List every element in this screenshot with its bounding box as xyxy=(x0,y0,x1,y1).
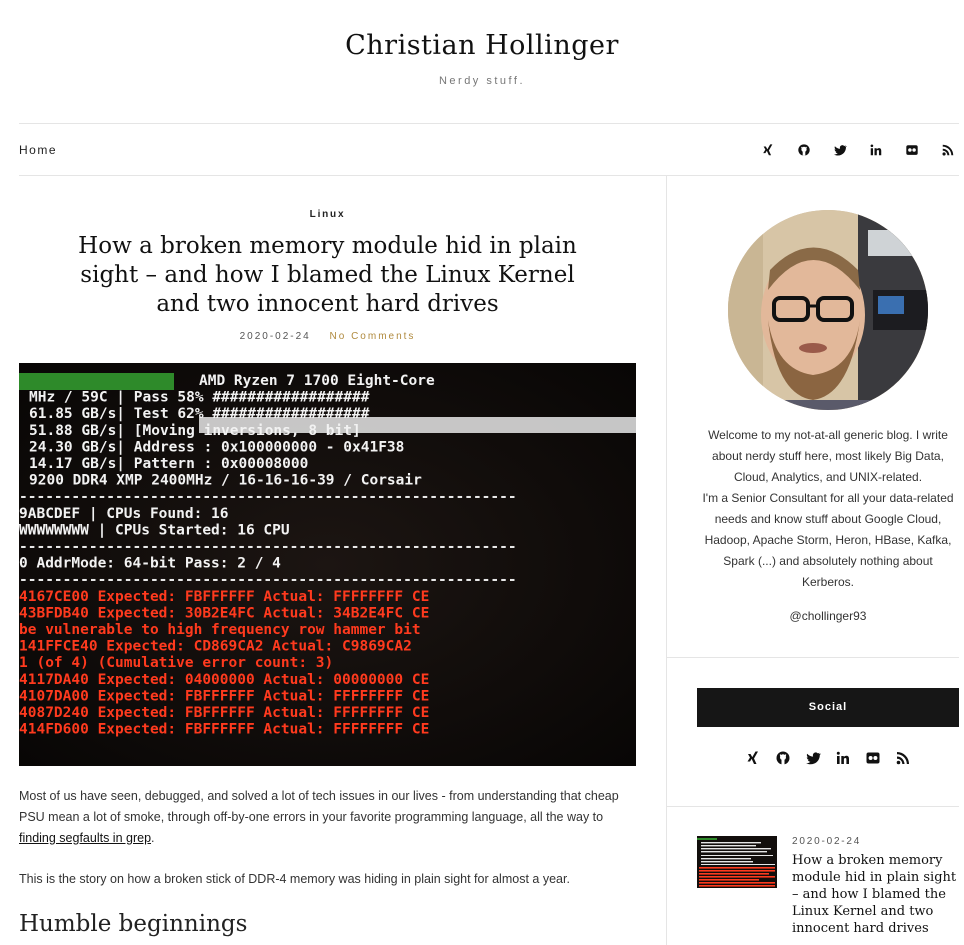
recent-post-info: 2020-02-24 How a broken memory module hi… xyxy=(792,836,959,937)
twitter-icon[interactable] xyxy=(805,750,821,766)
rss-icon[interactable] xyxy=(941,143,955,157)
memtest-line: 14.17 GB/s| Pattern : 0x00008000 xyxy=(29,456,308,472)
memtest-line: WWWWWWWW | CPUs Started: 16 CPU xyxy=(19,522,290,538)
memtest-line: 9200 DDR4 XMP 2400MHz / 16-16-16-39 / Co… xyxy=(29,473,422,489)
memtest-line: 9ABCDEF | CPUs Found: 16 xyxy=(19,506,229,522)
post-comments-link[interactable]: No Comments xyxy=(330,331,416,342)
memtest-line: 51.88 GB/s| [Moving inversions, 8 bit] xyxy=(29,423,361,439)
site-title[interactable]: Christian Hollinger xyxy=(0,30,964,61)
author-bio: Welcome to my not-at-all generic blog. I… xyxy=(697,425,959,593)
memtest-line: 4107DA00 Expected: FBFFFFFF Actual: FFFF… xyxy=(19,688,429,704)
paragraph-end: . xyxy=(151,831,155,845)
twitter-icon[interactable] xyxy=(833,143,847,157)
site-tagline: Nerdy stuff. xyxy=(438,75,526,87)
main-nav: Home xyxy=(19,123,959,176)
sidebar-divider xyxy=(667,657,959,658)
post-paragraph: Most of us have seen, debugged, and solv… xyxy=(19,786,636,849)
nav-social-icons xyxy=(761,143,959,157)
memtest-header-bar xyxy=(19,373,174,390)
memtest-line: ----------------------------------------… xyxy=(19,539,517,555)
post-category[interactable]: Linux xyxy=(19,209,636,220)
recent-post-date: 2020-02-24 xyxy=(792,836,862,847)
post-body: Most of us have seen, debugged, and solv… xyxy=(19,786,636,937)
memtest-line: ----------------------------------------… xyxy=(19,572,517,588)
linkedin-icon[interactable] xyxy=(869,143,883,157)
segfaults-link[interactable]: finding segfaults in grep xyxy=(19,831,151,845)
recent-post-thumbnail[interactable] xyxy=(697,836,777,888)
paragraph-text: Most of us have seen, debugged, and solv… xyxy=(19,789,619,824)
post-paragraph-2: This is the story on how a broken stick … xyxy=(19,872,570,886)
memtest-line: ----------------------------------------… xyxy=(19,489,517,505)
memtest-line: MHz / 59C | Pass 58% ################## xyxy=(29,390,370,406)
post-featured-image[interactable]: AMD Ryzen 7 1700 Eight-Core MHz / 59C | P… xyxy=(19,363,636,766)
flickr-icon[interactable] xyxy=(865,750,881,766)
section-heading: Humble beginnings xyxy=(19,911,248,937)
memtest-line: 0 AddrMode: 64-bit Pass: 2 / 4 xyxy=(19,556,281,572)
bio-intro: Welcome to my not-at-all generic blog. I… xyxy=(708,428,948,484)
xing-icon[interactable] xyxy=(761,143,775,157)
sidebar-social-icons xyxy=(697,750,959,766)
social-widget-title: Social xyxy=(697,688,959,727)
xing-icon[interactable] xyxy=(745,750,761,766)
post-meta: 2020-02-24 No Comments xyxy=(19,331,636,342)
column-divider xyxy=(666,176,667,945)
author-handle: @chollinger93 xyxy=(789,609,867,623)
rss-icon[interactable] xyxy=(895,750,911,766)
post-title[interactable]: How a broken memory module hid in plain … xyxy=(59,232,596,319)
memtest-line: 24.30 GB/s| Address : 0x100000000 - 0x41… xyxy=(29,439,404,455)
memtest-line: 61.85 GB/s| Test 62% ################## xyxy=(29,406,370,422)
memtest-line: 141FFCE40 Expected: CD869CA2 Actual: C98… xyxy=(19,639,412,655)
memtest-line: 1 (of 4) (Cumulative error count: 3) xyxy=(19,655,333,671)
memtest-line: 414FD600 Expected: FBFFFFFF Actual: FFFF… xyxy=(19,722,429,738)
nav-home-link[interactable]: Home xyxy=(19,143,57,157)
memtest-line: 4117DA40 Expected: 04000000 Actual: 0000… xyxy=(19,672,429,688)
linkedin-icon[interactable] xyxy=(835,750,851,766)
memtest-line: AMD Ryzen 7 1700 Eight-Core xyxy=(199,373,435,389)
memtest-line: 4167CE00 Expected: FBFFFFFF Actual: FFFF… xyxy=(19,589,429,605)
memtest-line: 4087D240 Expected: FBFFFFFF Actual: FFFF… xyxy=(19,705,429,721)
post-content: Linux How a broken memory module hid in … xyxy=(19,176,636,937)
site-header: Christian Hollinger Nerdy stuff. xyxy=(0,0,964,123)
author-avatar xyxy=(728,210,928,410)
memtest-line: be vulnerable to high frequency row hamm… xyxy=(19,622,421,638)
recent-post[interactable]: 2020-02-24 How a broken memory module hi… xyxy=(697,836,959,937)
github-icon[interactable] xyxy=(797,143,811,157)
bio-details: I'm a Senior Consultant for all your dat… xyxy=(702,491,954,589)
sidebar: Welcome to my not-at-all generic blog. I… xyxy=(697,176,959,623)
github-icon[interactable] xyxy=(775,750,791,766)
memtest-line: 43BFDB40 Expected: 30B2E4FC Actual: 34B2… xyxy=(19,605,429,621)
sidebar-divider-2 xyxy=(667,806,959,807)
flickr-icon[interactable] xyxy=(905,143,919,157)
post-date[interactable]: 2020-02-24 xyxy=(240,331,311,342)
recent-post-title[interactable]: How a broken memory module hid in plain … xyxy=(792,852,959,937)
memtest-screen-image: AMD Ryzen 7 1700 Eight-CoreMHz / 59C | P… xyxy=(19,363,636,766)
